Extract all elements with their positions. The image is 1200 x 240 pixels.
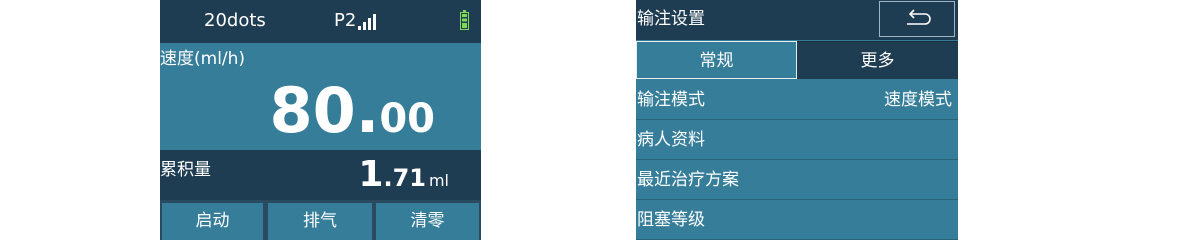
volume-unit: ml xyxy=(428,171,449,190)
speed-value-separator: . xyxy=(355,74,380,147)
tab-more[interactable]: 更多 xyxy=(797,41,958,79)
list-item-recent-therapy[interactable]: 最近治疗方案 xyxy=(636,160,958,200)
infusion-mode-value: 速度模式 xyxy=(884,90,952,110)
battery-icon xyxy=(460,10,469,30)
infusion-settings-screen: 输注设置 常规 更多 输注模式 速度模式 病人资料 最近治疗方案 阻塞等级 xyxy=(636,0,958,240)
clear-button[interactable]: 清零 xyxy=(376,203,479,240)
page-title: 输注设置 xyxy=(637,9,705,29)
settings-list: 输注模式 速度模式 病人资料 最近治疗方案 阻塞等级 xyxy=(636,80,958,240)
speed-panel[interactable]: 速度(ml/h) 80.00 xyxy=(160,43,481,150)
status-bar: 20dots P2 xyxy=(160,0,481,43)
infusion-main-screen: 20dots P2 速度(ml/h) 80.00 累积量 1.71 ml 启动 排… xyxy=(160,0,481,240)
infusion-mode-label: 输注模式 xyxy=(637,90,705,110)
speed-value-integer: 80 xyxy=(269,74,356,147)
cumulative-volume-row: 累积量 1.71 ml xyxy=(160,150,481,200)
softkey-bar: 启动 排气 清零 xyxy=(160,203,481,240)
device-name: 20dots xyxy=(204,10,266,31)
list-item-occlusion-level[interactable]: 阻塞等级 xyxy=(636,200,958,240)
start-button[interactable]: 启动 xyxy=(162,203,263,240)
settings-header: 输注设置 xyxy=(636,0,958,40)
occlusion-level-label: 阻塞等级 xyxy=(637,210,705,230)
patient-info-label: 病人资料 xyxy=(637,130,705,150)
tab-bar: 常规 更多 xyxy=(636,41,958,79)
cumulative-volume-value: 1.71 ml xyxy=(358,150,449,206)
profile-label: P2 xyxy=(334,10,357,31)
back-button[interactable] xyxy=(879,1,955,37)
recent-therapy-label: 最近治疗方案 xyxy=(637,170,739,190)
return-arrow-icon xyxy=(907,9,931,25)
tab-general[interactable]: 常规 xyxy=(636,41,797,79)
volume-value-integer: 1 xyxy=(358,154,384,195)
volume-value-decimal: .71 xyxy=(383,164,426,192)
cumulative-volume-label: 累积量 xyxy=(160,160,211,180)
speed-label: 速度(ml/h) xyxy=(160,49,246,69)
signal-bars-icon xyxy=(358,14,376,30)
speed-value-decimal: 00 xyxy=(379,96,435,142)
list-item-patient-info[interactable]: 病人资料 xyxy=(636,120,958,160)
purge-button[interactable]: 排气 xyxy=(268,203,372,240)
list-item-infusion-mode[interactable]: 输注模式 速度模式 xyxy=(636,80,958,120)
